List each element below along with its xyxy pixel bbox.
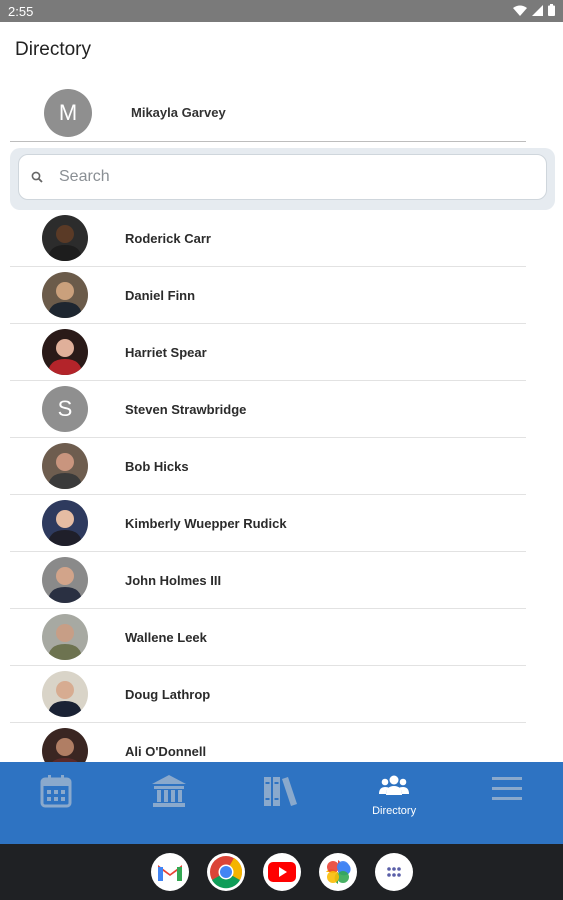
- person-name: Wallene Leek: [125, 629, 207, 645]
- bottom-nav: Directory: [0, 762, 563, 844]
- calendar-icon: [40, 774, 72, 813]
- avatar-photo: [42, 272, 88, 318]
- system-dock: [0, 844, 563, 900]
- avatar-photo: [42, 215, 88, 261]
- avatar-photo: [42, 671, 88, 717]
- list-item[interactable]: S Steven Strawbridge: [10, 381, 526, 438]
- list-item[interactable]: John Holmes III: [10, 552, 526, 609]
- battery-icon: [548, 3, 555, 19]
- avatar-photo: [42, 500, 88, 546]
- app-drawer-icon[interactable]: [374, 853, 413, 891]
- avatar: S: [42, 386, 88, 432]
- search-box[interactable]: [18, 154, 547, 200]
- avatar-photo: [42, 614, 88, 660]
- nav-item-library[interactable]: [225, 762, 338, 844]
- nav-item-directory[interactable]: Directory: [338, 762, 451, 844]
- person-name: Steven Strawbridge: [125, 401, 247, 417]
- wifi-icon: [513, 4, 527, 19]
- people-list[interactable]: Roderick Carr Daniel Finn Harriet Spear S St…: [10, 210, 526, 762]
- person-name: John Holmes III: [125, 572, 222, 588]
- list-item[interactable]: Wallene Leek: [10, 609, 526, 666]
- avatar-initial: S: [57, 396, 73, 421]
- chrome-icon[interactable]: [206, 853, 245, 891]
- gmail-icon[interactable]: [150, 853, 189, 891]
- status-icons: [513, 3, 555, 19]
- current-user-row[interactable]: M Mikayla Garvey: [10, 84, 526, 142]
- people-icon: [379, 774, 410, 801]
- library-icon: [263, 774, 299, 813]
- signal-icon: [532, 4, 543, 19]
- person-name: Roderick Carr: [125, 230, 211, 246]
- app-header: Directory: [0, 22, 563, 78]
- search-icon: [29, 169, 45, 185]
- list-item[interactable]: Harriet Spear: [10, 324, 526, 381]
- avatar-photo: [42, 329, 88, 375]
- bank-icon: [151, 774, 187, 813]
- person-name: Kimberly Wuepper Rudick: [125, 515, 287, 531]
- current-user-avatar: M: [44, 88, 92, 137]
- photos-icon[interactable]: [318, 853, 357, 891]
- list-item[interactable]: Doug Lathrop: [10, 666, 526, 723]
- avatar-initial: M: [58, 99, 78, 125]
- person-name: Daniel Finn: [125, 287, 196, 303]
- person-name: Harriet Spear: [125, 344, 207, 360]
- list-item[interactable]: Ali O'Donnell: [10, 723, 526, 762]
- nav-item-menu[interactable]: [450, 762, 563, 844]
- status-bar: 2:55: [0, 0, 563, 22]
- status-time: 2:55: [8, 3, 34, 19]
- current-user-name: Mikayla Garvey: [131, 105, 226, 120]
- list-item[interactable]: Kimberly Wuepper Rudick: [10, 495, 526, 552]
- person-name: Doug Lathrop: [125, 686, 211, 702]
- page-title: Directory: [15, 39, 92, 60]
- search-input[interactable]: [59, 168, 479, 186]
- person-name: Bob Hicks: [125, 458, 189, 474]
- nav-item-calendar[interactable]: [0, 762, 113, 844]
- nav-item-government[interactable]: [113, 762, 226, 844]
- person-name: Ali O'Donnell: [125, 743, 207, 759]
- avatar-photo: [42, 728, 88, 762]
- avatar-photo: [42, 557, 88, 603]
- youtube-icon[interactable]: [262, 853, 301, 891]
- search-container: [10, 148, 555, 210]
- list-item[interactable]: Daniel Finn: [10, 267, 526, 324]
- list-item[interactable]: Bob Hicks: [10, 438, 526, 495]
- list-item[interactable]: Roderick Carr: [10, 210, 526, 267]
- avatar-photo: [42, 443, 88, 489]
- menu-icon: [491, 774, 523, 809]
- nav-label-directory: Directory: [372, 805, 417, 817]
